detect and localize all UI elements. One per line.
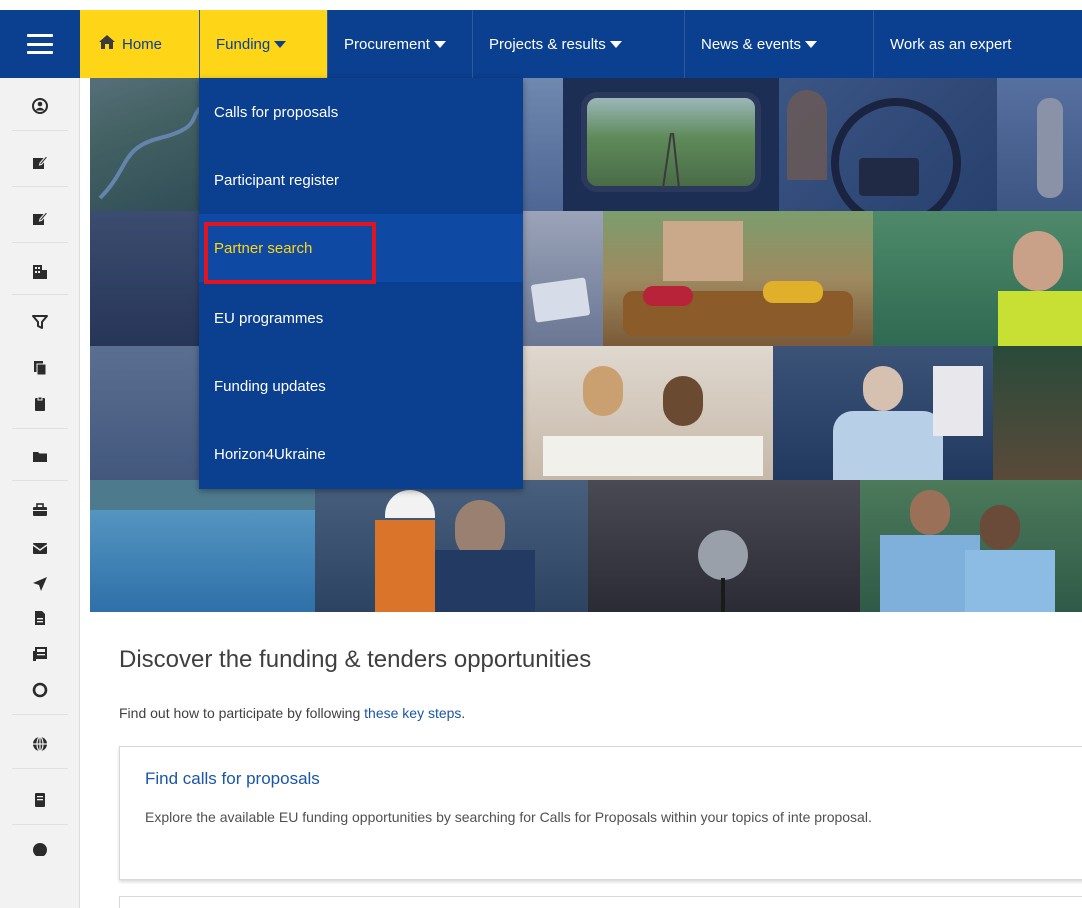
nav-projects-label: Projects & results — [489, 35, 606, 53]
nav-news-events[interactable]: News & events — [685, 10, 874, 78]
engineers-image — [315, 480, 588, 612]
find-calls-card[interactable]: Find calls for proposals Explore the ava… — [119, 746, 1082, 880]
lake-aerial-image — [90, 480, 315, 612]
menu-item-eu-programmes[interactable]: EU programmes — [199, 284, 523, 352]
building-image — [523, 78, 563, 211]
card-title[interactable]: Find calls for proposals — [145, 769, 320, 789]
intro-text: Find out how to participate by following… — [119, 705, 465, 721]
nav-funding[interactable]: Funding — [200, 10, 328, 78]
worker-portrait-image — [873, 211, 1082, 346]
key-steps-link[interactable]: these key steps — [364, 705, 461, 721]
menu-item-label: Participant register — [214, 171, 340, 189]
conference-hall-image — [588, 480, 860, 612]
nav-home-label: Home — [122, 35, 163, 53]
page-title: Discover the funding & tenders opportuni… — [119, 646, 592, 673]
highlight-annotation-box — [204, 222, 376, 284]
classroom-image — [523, 346, 773, 480]
menu-item-label: Funding updates — [214, 377, 326, 395]
menu-item-funding-updates[interactable]: Funding updates — [199, 352, 523, 420]
edit-icon[interactable] — [30, 152, 50, 172]
partial-icon[interactable] — [30, 838, 50, 858]
intro-suffix: . — [461, 705, 466, 721]
justice-statue-image — [997, 78, 1082, 211]
menu-item-label: EU programmes — [214, 309, 324, 327]
camera-setup-image — [779, 78, 997, 211]
caret-down-icon — [609, 40, 622, 48]
clipboard-icon[interactable] — [30, 394, 50, 414]
bottles-image — [993, 346, 1082, 480]
tablet-image — [523, 211, 603, 346]
flood-image — [90, 346, 200, 480]
nav-funding-label: Funding — [216, 35, 271, 53]
folder-icon[interactable] — [30, 446, 50, 466]
nav-procurement[interactable]: Procurement — [328, 10, 473, 78]
user-icon[interactable] — [30, 96, 50, 116]
building-icon[interactable] — [30, 262, 50, 282]
vegetable-market-image — [603, 211, 873, 346]
top-navigation: Home Funding Procurement Projects & resu… — [0, 10, 1082, 78]
envelope-icon[interactable] — [30, 538, 50, 558]
newspaper-icon[interactable] — [30, 644, 50, 664]
caret-down-icon — [805, 40, 818, 48]
caret-down-icon — [433, 40, 446, 48]
menu-item-label: Calls for proposals — [214, 103, 339, 121]
senior-woman-image — [773, 346, 993, 480]
book-icon[interactable] — [30, 790, 50, 810]
menu-item-horizon4ukraine[interactable]: Horizon4Ukraine — [199, 420, 523, 488]
funnel-icon[interactable] — [30, 312, 50, 332]
nav-work-label: Work as an expert — [890, 35, 1012, 53]
nav-work-as-expert[interactable]: Work as an expert — [874, 10, 1074, 78]
train-window-image — [563, 78, 779, 211]
edit-icon[interactable] — [30, 208, 50, 228]
volunteers-image — [860, 480, 1082, 612]
briefcase-icon[interactable] — [30, 500, 50, 520]
next-card[interactable] — [119, 896, 1082, 908]
home-icon — [98, 34, 116, 55]
left-sidebar — [0, 78, 80, 908]
nav-home[interactable]: Home — [80, 10, 200, 78]
nav-news-label: News & events — [701, 35, 802, 53]
paper-plane-icon[interactable] — [30, 574, 50, 594]
menu-item-label: Horizon4Ukraine — [214, 445, 326, 463]
nav-projects-results[interactable]: Projects & results — [473, 10, 685, 78]
documents-icon[interactable] — [30, 358, 50, 378]
intro-prefix: Find out how to participate by following — [119, 705, 365, 721]
hamburger-icon — [27, 34, 53, 54]
landscape-image — [90, 78, 200, 211]
page: Home Funding Procurement Projects & resu… — [0, 0, 1082, 908]
menu-item-participant-register[interactable]: Participant register — [199, 146, 523, 214]
nav-procurement-label: Procurement — [344, 35, 430, 53]
storm-cloud-image — [90, 211, 200, 346]
caret-down-icon — [274, 40, 287, 48]
hamburger-menu-button[interactable] — [0, 10, 80, 78]
file-icon[interactable] — [30, 608, 50, 628]
menu-item-calls-for-proposals[interactable]: Calls for proposals — [199, 78, 523, 146]
circle-icon[interactable] — [30, 680, 50, 700]
globe-icon[interactable] — [30, 734, 50, 754]
card-description: Explore the available EU funding opportu… — [145, 809, 872, 825]
